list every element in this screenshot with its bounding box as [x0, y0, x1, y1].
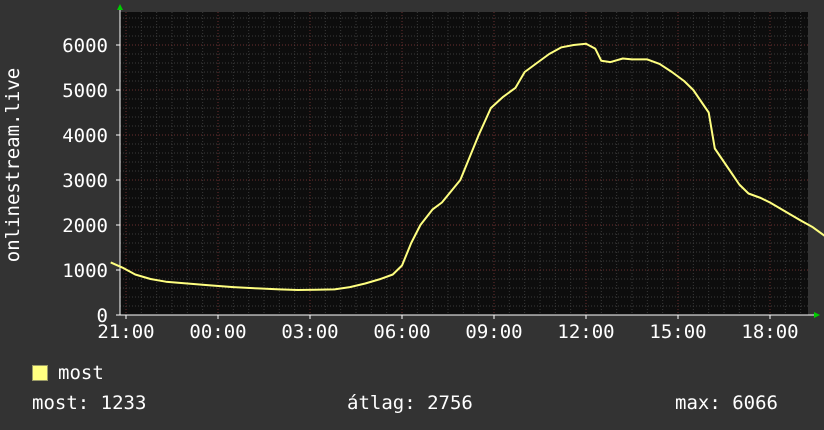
y-axis-label: onlinestream.live: [2, 68, 24, 262]
y-tick-labels: 0100020003000400050006000: [62, 35, 108, 327]
x-tick-label: 06:00: [373, 321, 430, 343]
y-tick-label: 2000: [62, 215, 108, 237]
x-axis-arrow: [814, 312, 820, 318]
y-axis-arrow: [117, 4, 123, 10]
stat-max: max: 6066: [675, 392, 778, 414]
legend-label: most: [58, 362, 104, 384]
legend: most: [32, 362, 104, 384]
x-tick-label: 09:00: [465, 321, 522, 343]
stat-current: most: 1233: [32, 392, 147, 414]
x-tick-label: 12:00: [557, 321, 614, 343]
x-tick-labels: 21:00 00:00 03:00 06:00 09:00 12:00 15:00 18:00: [97, 321, 798, 343]
plot-area: [120, 12, 808, 315]
x-tick-label: 03:00: [281, 321, 338, 343]
y-tick-label: 1000: [62, 260, 108, 282]
x-tick-label: 00:00: [189, 321, 246, 343]
x-tick-label: 15:00: [649, 321, 706, 343]
y-tick-label: 6000: [62, 35, 108, 57]
y-tick-label: 3000: [62, 170, 108, 192]
chart: 0100020003000400050006000 21:00 00:00 03:0…: [2, 4, 824, 343]
y-tick-label: 4000: [62, 125, 108, 147]
y-tick-label: 5000: [62, 80, 108, 102]
x-tick-label: 21:00: [97, 321, 154, 343]
legend-swatch: [32, 365, 48, 381]
stat-average: átlag: 2756: [347, 392, 473, 414]
x-tick-label: 18:00: [741, 321, 798, 343]
